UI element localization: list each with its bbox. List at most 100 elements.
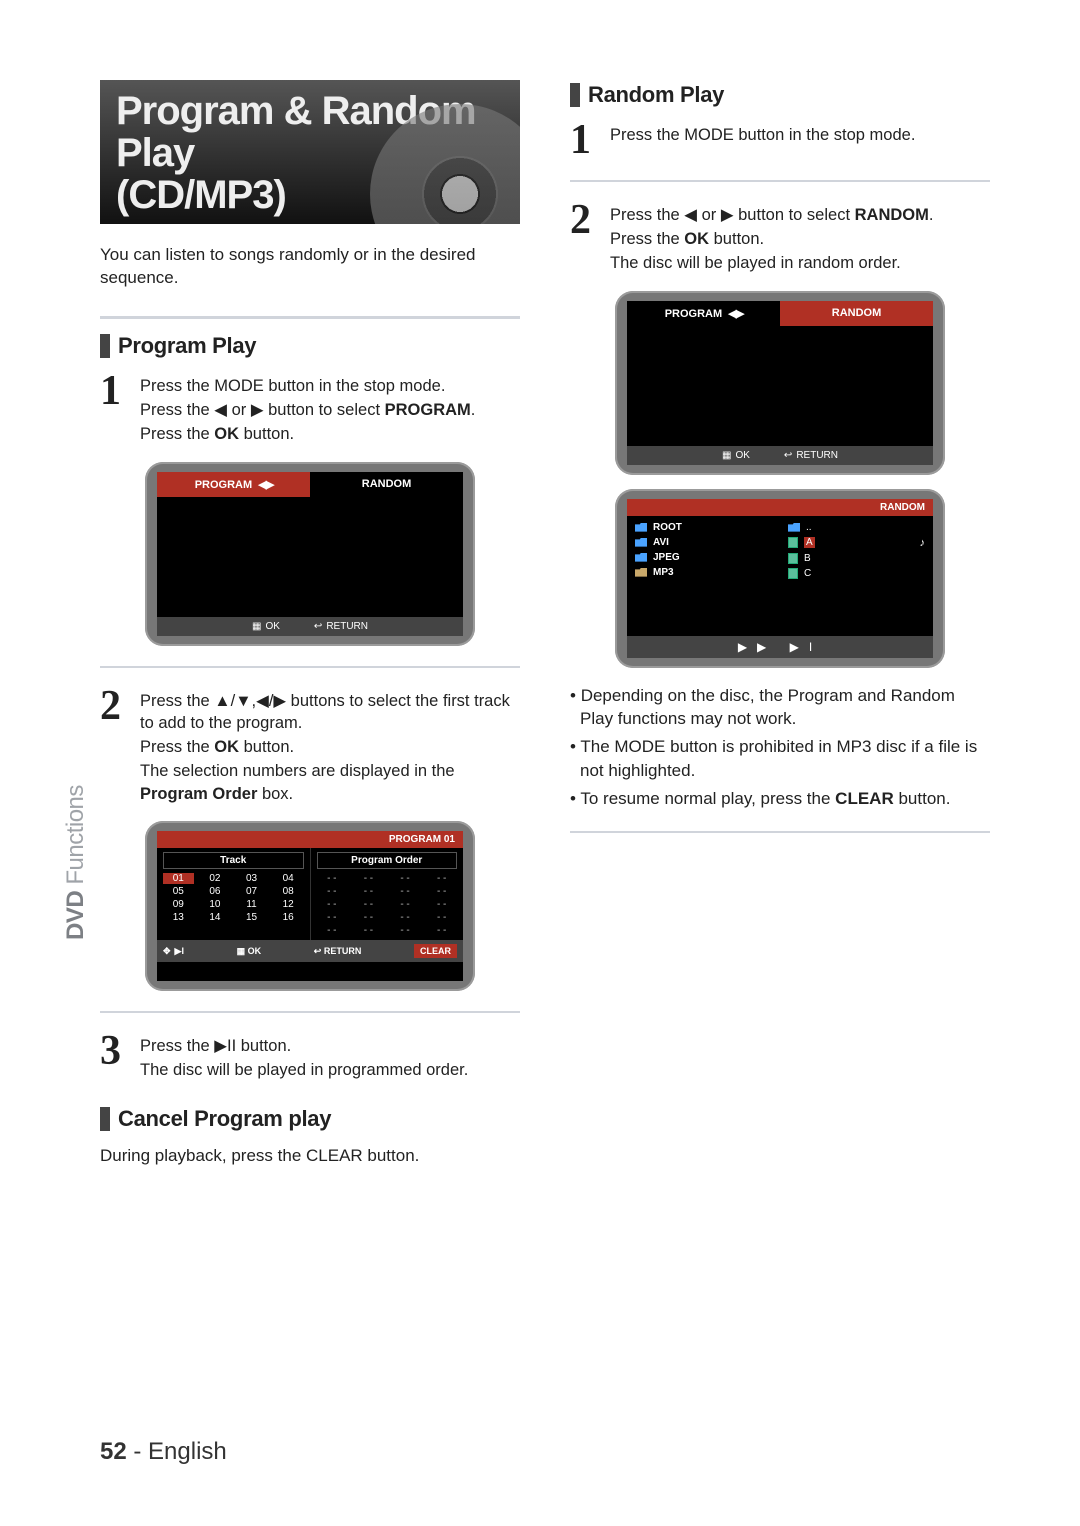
- move-icon: ✥: [163, 946, 171, 957]
- file-label: A: [804, 537, 815, 548]
- folder-row: AVI: [635, 537, 772, 548]
- divider: [570, 180, 990, 182]
- open-folder-icon: [635, 568, 647, 577]
- osd-footer: ▦ OK ↩ RETURN: [157, 617, 463, 636]
- left-arrow-icon: ◀: [214, 401, 227, 419]
- program-order-cell: - -: [390, 925, 421, 936]
- play-pause-icon: ▶II: [214, 1037, 236, 1055]
- step-text: Press the ◀ or ▶ button to select RANDOM…: [610, 204, 933, 226]
- program-order-cell: - -: [317, 899, 348, 910]
- dpad-icon: ▲/▼,◀/▶: [214, 692, 286, 710]
- track-cell: 03: [236, 873, 267, 884]
- folder-icon: [635, 538, 647, 547]
- osd-program-header: PROGRAM 01: [157, 831, 463, 848]
- random-play-heading: Random Play: [570, 82, 990, 108]
- left-arrow-icon: ◀: [684, 206, 697, 224]
- program-play-heading: Program Play: [100, 333, 520, 359]
- heading-bar-icon: [100, 334, 110, 358]
- file-row: A: [788, 537, 925, 549]
- step-text: Press the ◀ or ▶ button to select PROGRA…: [140, 399, 475, 421]
- folder-icon: [635, 523, 647, 532]
- track-cell: 04: [273, 873, 304, 884]
- step-number: 1: [100, 373, 128, 448]
- program-order-cell: - -: [426, 925, 457, 936]
- program-step-3: 3 Press the ▶II button. The disc will be…: [100, 1033, 520, 1084]
- program-order-cell: - -: [353, 899, 384, 910]
- osd-screen-program-random: PROGRAM ◀ ▶ RANDOM ▦ OK ↩ RETURN: [615, 291, 945, 475]
- step-number: 2: [570, 202, 598, 277]
- step-body: Press the ▶II button. The disc will be p…: [140, 1033, 468, 1084]
- track-cell: 11: [236, 899, 267, 910]
- divider: [570, 831, 990, 833]
- clear-button-label: CLEAR: [414, 944, 457, 958]
- note-item: To resume normal play, press the CLEAR b…: [570, 787, 990, 811]
- arrows-icon: ◀ ▶: [258, 479, 272, 491]
- cancel-program-title: Cancel Program play: [118, 1106, 331, 1132]
- file-label: C: [804, 568, 811, 579]
- osd-screen-program-order: PROGRAM 01 Track 01020304050607080910111…: [145, 821, 475, 991]
- step-text: Press the MODE button in the stop mode.: [140, 375, 475, 397]
- file-list: .. ABC: [780, 516, 933, 636]
- program-order-cell: - -: [317, 873, 348, 884]
- program-order-cell: - -: [353, 873, 384, 884]
- right-arrow-icon: ▶: [721, 206, 734, 224]
- program-step-1: 1 Press the MODE button in the stop mode…: [100, 373, 520, 448]
- step-body: Press the MODE button in the stop mode.: [610, 122, 915, 160]
- title-line2: (CD/MP3): [116, 173, 286, 217]
- program-play-title: Program Play: [118, 333, 256, 359]
- program-tab: PROGRAM ◀ ▶: [157, 472, 310, 497]
- program-order-cell: - -: [317, 925, 348, 936]
- music-note-icon: [920, 537, 926, 549]
- track-cell: 16: [273, 912, 304, 923]
- program-order-cell: - -: [353, 886, 384, 897]
- return-label: ↩ RETURN: [314, 946, 362, 957]
- side-section-label: DVD Functions: [62, 785, 90, 940]
- file-row: C: [788, 568, 925, 579]
- right-arrow-icon: ▶: [251, 401, 264, 419]
- title-banner: Program & Random Play (CD/MP3): [100, 80, 520, 224]
- program-order-cell: - -: [353, 925, 384, 936]
- folder-label: MP3: [653, 567, 674, 578]
- folder-label: JPEG: [653, 552, 680, 563]
- arrows-icon: ◀ ▶: [728, 308, 742, 320]
- track-cell: 02: [200, 873, 231, 884]
- step-text: The selection numbers are displayed in t…: [140, 760, 520, 805]
- osd-screen-file-browser: RANDOM ROOT AVI JPEG MP3 .. ABC ▶▶ ▶I: [615, 489, 945, 668]
- program-order-cell: - -: [390, 912, 421, 923]
- random-step-1: 1 Press the MODE button in the stop mode…: [570, 122, 990, 160]
- folder-label: ROOT: [653, 522, 682, 533]
- track-cell: 14: [200, 912, 231, 923]
- track-cell: 15: [236, 912, 267, 923]
- track-column-title: Track: [163, 852, 304, 869]
- step-number: 1: [570, 122, 598, 160]
- osd-random-header: RANDOM: [627, 499, 933, 516]
- step-body: Press the ▲/▼,◀/▶ buttons to select the …: [140, 688, 520, 807]
- track-cell: 13: [163, 912, 194, 923]
- ok-label: ▦ OK: [237, 946, 262, 957]
- step-text: Press the MODE button in the stop mode.: [610, 124, 915, 146]
- random-tab: RANDOM: [310, 472, 463, 497]
- cancel-program-body: During playback, press the CLEAR button.: [100, 1146, 520, 1166]
- track-grid: 01020304050607080910111213141516: [163, 873, 304, 923]
- program-order-cell: - -: [426, 886, 457, 897]
- program-order-cell: - -: [317, 886, 348, 897]
- track-cell: 10: [200, 899, 231, 910]
- program-order-cell: - -: [426, 912, 457, 923]
- divider: [100, 1011, 520, 1013]
- ok-label: ▦ OK: [722, 450, 750, 461]
- note-item: Depending on the disc, the Program and R…: [570, 684, 990, 732]
- folder-icon: [788, 523, 800, 532]
- parent-folder-row: ..: [788, 522, 925, 533]
- page-footer: 52 - English: [100, 1438, 227, 1466]
- file-label: B: [804, 553, 811, 564]
- track-cell: 09: [163, 899, 194, 910]
- track-cell: 12: [273, 899, 304, 910]
- program-order-cell: - -: [426, 899, 457, 910]
- file-icon: [788, 553, 798, 564]
- osd-footer: ▶▶ ▶I: [627, 636, 933, 658]
- step-body: Press the MODE button in the stop mode. …: [140, 373, 475, 448]
- return-label: ↩ RETURN: [784, 450, 838, 461]
- osd-footer: ✥▶I ▦ OK ↩ RETURN CLEAR: [157, 940, 463, 962]
- left-column: Program & Random Play (CD/MP3) You can l…: [100, 80, 520, 1166]
- random-tab: RANDOM: [780, 301, 933, 326]
